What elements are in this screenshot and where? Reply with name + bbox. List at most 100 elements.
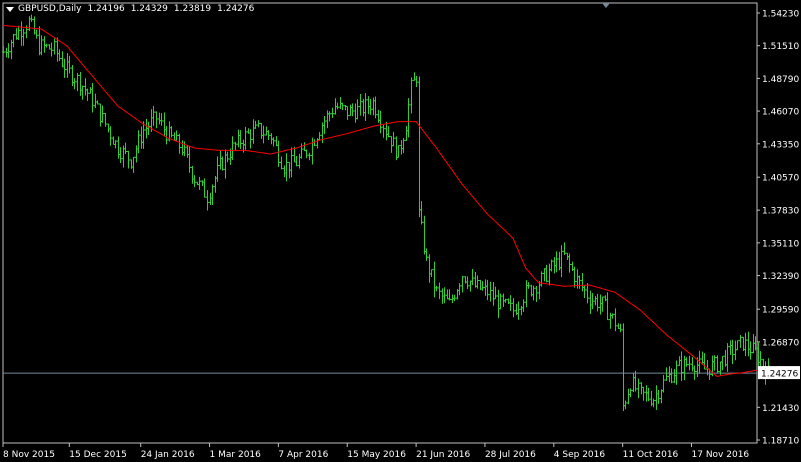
x-tick-label: 7 Apr 2016 <box>278 450 328 460</box>
price-bar <box>739 334 742 348</box>
price-bar <box>481 281 484 291</box>
chart-window[interactable]: GBPUSD, Daily 1.24196 1.24329 1.23819 1.2… <box>0 0 801 462</box>
price-bar <box>555 251 558 273</box>
price-bar <box>311 137 314 165</box>
price-bar <box>627 388 630 405</box>
price-bar <box>747 331 750 357</box>
price-bar <box>252 119 255 144</box>
price-bar <box>349 104 352 117</box>
price-bar <box>410 77 413 114</box>
price-bar <box>522 299 525 312</box>
price-bar <box>713 355 716 371</box>
price-bar <box>466 276 469 290</box>
price-bar <box>117 136 120 159</box>
price-bar <box>351 103 354 117</box>
price-bar <box>729 340 732 355</box>
price-bar <box>407 98 410 138</box>
price-bar <box>76 72 79 92</box>
y-tick-label: 1.26870 <box>762 338 799 348</box>
price-bar <box>234 141 237 151</box>
price-bar <box>655 385 658 410</box>
price-bar <box>308 152 311 161</box>
price-bar <box>494 286 497 300</box>
price-bar <box>262 125 265 144</box>
price-bar <box>346 105 349 120</box>
price-bar <box>512 298 515 318</box>
price-bar <box>517 301 520 320</box>
price-bar <box>84 78 87 96</box>
price-bar <box>688 355 691 371</box>
price-bar <box>629 388 632 398</box>
price-bar <box>446 289 449 300</box>
price-bar <box>137 130 140 154</box>
price-bar <box>471 268 474 286</box>
price-bar <box>124 142 127 155</box>
price-bar <box>254 120 257 129</box>
price-bar <box>160 113 163 126</box>
price-bar <box>326 110 329 129</box>
price-bar <box>318 132 321 141</box>
price-bar <box>229 148 232 165</box>
price-bar <box>170 126 173 138</box>
price-bar <box>290 147 293 178</box>
price-bar <box>543 268 546 282</box>
price-bar <box>257 120 260 128</box>
price-bar <box>295 156 298 167</box>
price-bar <box>219 150 222 170</box>
price-bar <box>405 126 408 141</box>
price-bar <box>731 339 734 365</box>
price-chart[interactable]: 1.54230 1.51510 1.48790 1.46070 1.43350 1.405… <box>0 0 801 462</box>
price-bar <box>640 382 643 395</box>
price-bar <box>203 178 206 198</box>
price-bar <box>155 111 158 129</box>
price-bar <box>670 368 673 384</box>
price-bar <box>99 103 102 127</box>
price-bar <box>175 130 178 141</box>
price-bar <box>119 147 122 164</box>
price-bar <box>280 156 283 170</box>
price-bar <box>430 269 433 277</box>
price-bar <box>734 340 737 361</box>
price-bar <box>744 332 747 357</box>
price-bar <box>535 286 538 303</box>
price-bar <box>323 116 326 134</box>
y-tick-label: 1.35110 <box>762 239 799 249</box>
price-bar <box>165 126 168 145</box>
price-bar <box>89 87 92 94</box>
price-bar <box>191 165 194 184</box>
price-bar <box>339 96 342 110</box>
price-bar <box>112 136 115 145</box>
price-bar <box>392 131 395 147</box>
price-bar <box>30 14 33 22</box>
price-bar <box>581 272 584 292</box>
y-tick-label: 1.48790 <box>762 75 799 85</box>
price-bar <box>415 75 418 87</box>
price-bar <box>721 355 724 371</box>
y-tick-label: 1.18710 <box>762 437 799 447</box>
price-bar <box>226 151 229 163</box>
x-tick-label: 15 May 2016 <box>347 450 406 460</box>
price-bar <box>12 34 15 48</box>
price-bar <box>724 349 727 367</box>
price-bar <box>359 94 362 116</box>
price-bar <box>486 279 489 301</box>
price-bar <box>489 281 492 302</box>
price-bar <box>591 293 594 310</box>
price-bar <box>624 400 627 410</box>
price-bar <box>665 367 668 381</box>
price-bar <box>7 43 10 59</box>
price-bar <box>22 28 25 46</box>
price-bar <box>81 85 84 100</box>
price-bar <box>527 282 530 289</box>
price-bar <box>216 156 219 182</box>
price-bars <box>2 14 770 411</box>
price-bar <box>680 351 683 381</box>
price-bar <box>594 296 597 306</box>
x-tick-label: 17 Nov 2016 <box>692 450 750 460</box>
chart-shift-marker-icon <box>602 3 610 8</box>
price-bar <box>181 140 184 156</box>
price-bar <box>374 96 377 119</box>
current-price-label: 1.24276 <box>761 370 798 380</box>
price-bar <box>538 281 541 300</box>
price-bar <box>461 275 464 293</box>
